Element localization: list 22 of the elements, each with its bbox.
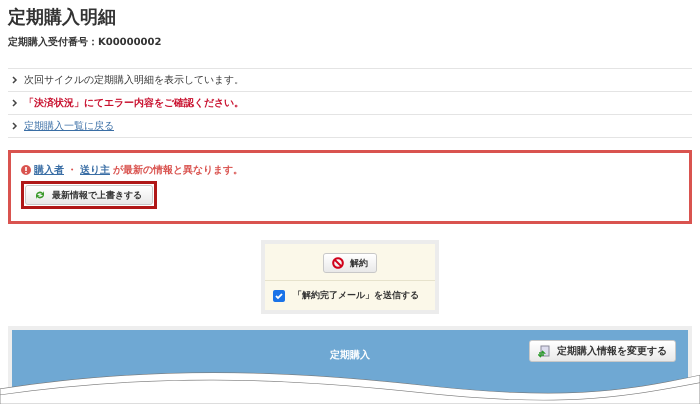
back-link[interactable]: 定期購入一覧に戻る: [24, 119, 114, 133]
prohibited-icon: [332, 257, 344, 269]
buyer-link[interactable]: 購入者: [34, 163, 64, 177]
refresh-icon: [34, 189, 46, 201]
chevron-icon: [12, 76, 18, 84]
alert-icon: [21, 165, 31, 175]
overwrite-button[interactable]: 最新情報で上書きする: [25, 185, 153, 205]
section-title: 定期購入: [330, 348, 370, 362]
checkbox-label: 「解約完了メール」を送信する: [293, 289, 419, 302]
warning-message: が最新の情報と異なります。: [113, 163, 243, 177]
page-title: 定期購入明細: [8, 6, 117, 30]
chevron-icon: [12, 99, 18, 107]
error-message: 「決済状況」にてエラー内容をご確認ください。: [24, 96, 244, 110]
sender-link[interactable]: 送り主: [80, 163, 110, 177]
cancel-button[interactable]: 解約: [323, 253, 377, 273]
separator: ・: [67, 164, 77, 177]
chevron-icon: [12, 122, 18, 130]
order-number: 定期購入受付番号：K00000002: [8, 36, 162, 50]
document-icon: [538, 344, 551, 358]
checkbox[interactable]: [273, 290, 285, 302]
info-message: 次回サイクルの定期購入明細を表示しています。: [24, 74, 244, 87]
edit-button[interactable]: 定期購入情報を変更する: [529, 340, 676, 362]
